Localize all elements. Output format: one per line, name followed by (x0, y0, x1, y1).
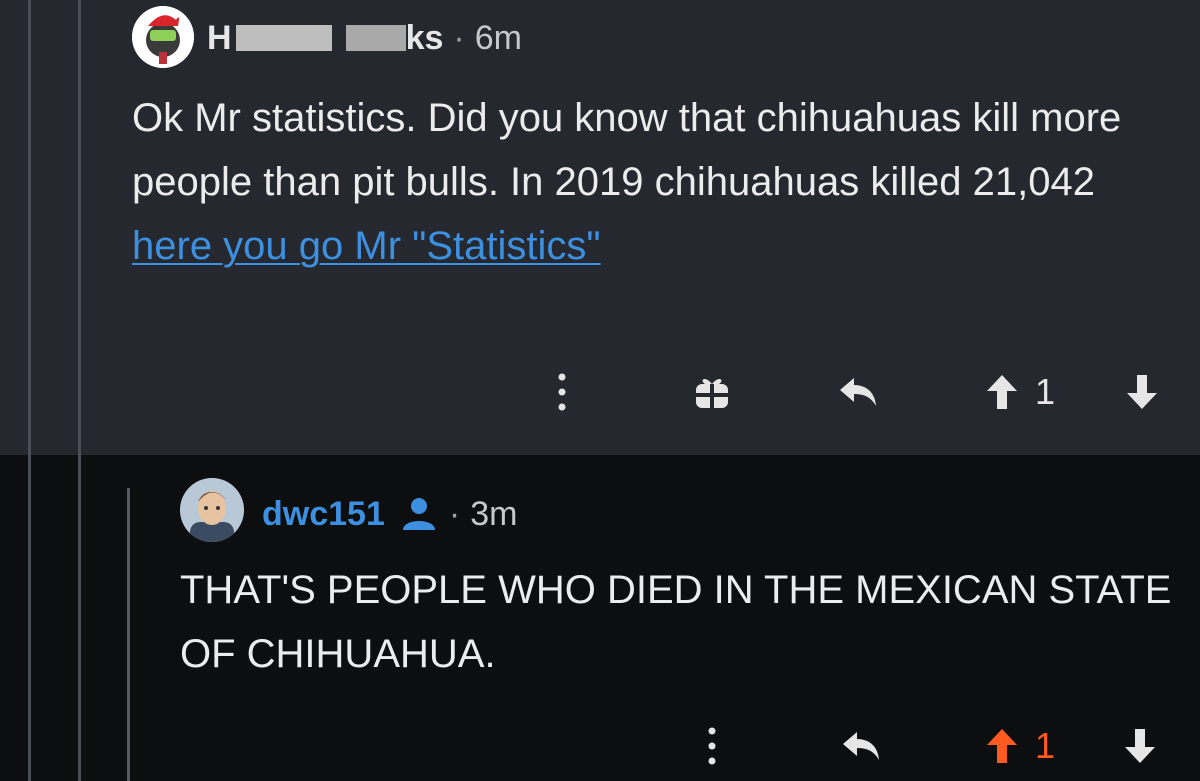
parent-comment: H ks · 6m Ok Mr statistics. Did you know… (0, 0, 1200, 455)
comment-age: 3m (470, 494, 518, 533)
downvote-arrow-icon[interactable] (1122, 368, 1162, 416)
avatar-icon[interactable] (132, 6, 194, 68)
vote-count: 1 (1034, 725, 1056, 766)
meta-separator: · (453, 18, 465, 57)
avatar-icon[interactable] (180, 478, 244, 542)
username-end[interactable]: ks (406, 19, 444, 58)
meta-separator: · (448, 494, 461, 533)
comment-body: THAT'S PEOPLE WHO DIED IN THE MEXICAN ST… (180, 568, 1172, 676)
comment-body: Ok Mr statistics. Did you know that chih… (132, 86, 1182, 278)
thread-line[interactable] (127, 488, 130, 781)
reply-arrow-icon[interactable] (835, 368, 883, 416)
more-vertical-icon[interactable] (542, 368, 582, 416)
comment-thread: H ks · 6m Ok Mr statistics. Did you know… (0, 0, 1200, 781)
redaction-bar (345, 25, 406, 51)
username[interactable]: dwc151 (262, 495, 385, 534)
redaction-bar (235, 25, 332, 51)
reply-arrow-icon[interactable] (838, 722, 886, 770)
comment-actions: 1 (540, 368, 1180, 416)
downvote-arrow-icon[interactable] (1120, 722, 1160, 770)
vote-count: 1 (1034, 371, 1056, 412)
thread-line[interactable] (28, 0, 31, 781)
upvote-arrow-icon[interactable] (982, 722, 1022, 770)
comment-actions: 1 (680, 722, 1180, 770)
thread-line[interactable] (78, 0, 81, 781)
comment-text: Ok Mr statistics. Did you know that chih… (132, 96, 1122, 204)
comment-link[interactable]: here you go Mr "Statistics" (132, 224, 601, 268)
comment-age: 6m (474, 18, 522, 57)
user-badge-icon (399, 496, 439, 532)
upvote-arrow-icon[interactable] (982, 368, 1022, 416)
comment-meta: H ks · 6m (207, 16, 522, 60)
gift-icon[interactable] (690, 368, 734, 416)
comment-meta: dwc151 · 3m (262, 490, 517, 538)
username-start[interactable]: H (207, 19, 232, 58)
more-vertical-icon[interactable] (692, 722, 732, 770)
